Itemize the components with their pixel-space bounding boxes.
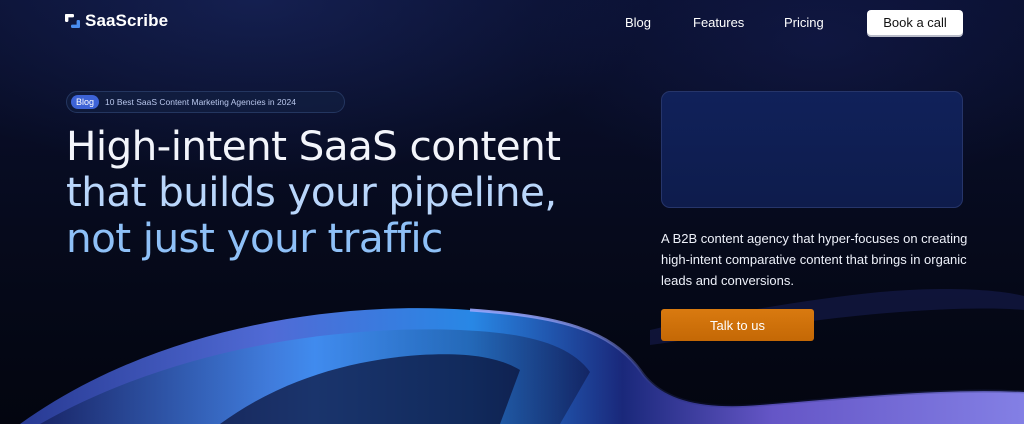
talk-to-us-button[interactable]: Talk to us	[661, 309, 814, 341]
badge-text: 10 Best SaaS Content Marketing Agencies …	[105, 97, 296, 107]
announcement-badge[interactable]: Blog 10 Best SaaS Content Marketing Agen…	[66, 91, 345, 113]
badge-tag: Blog	[71, 95, 100, 109]
hero-media-card	[661, 91, 963, 208]
headline-line-2: that builds your pipeline,	[66, 168, 557, 216]
hero-description: A B2B content agency that hyper-focuses …	[661, 231, 968, 288]
headline-line-1: High-intent SaaS content	[66, 122, 561, 170]
nav-link-pricing[interactable]: Pricing	[784, 15, 824, 30]
headline-line-3: not just your traffic	[66, 214, 443, 262]
hero-headline: High-intent SaaS content that builds you…	[66, 123, 646, 261]
brand-name: SaaScribe	[85, 11, 169, 30]
brand-logo[interactable]: SaaScribe	[65, 11, 168, 31]
nav-link-blog[interactable]: Blog	[625, 15, 651, 30]
s-logo-icon	[65, 14, 80, 28]
site-header: SaaScribe Blog Features Pricing Book a c…	[0, 0, 1024, 46]
nav-link-features[interactable]: Features	[693, 15, 744, 30]
book-a-call-button[interactable]: Book a call	[867, 10, 963, 35]
